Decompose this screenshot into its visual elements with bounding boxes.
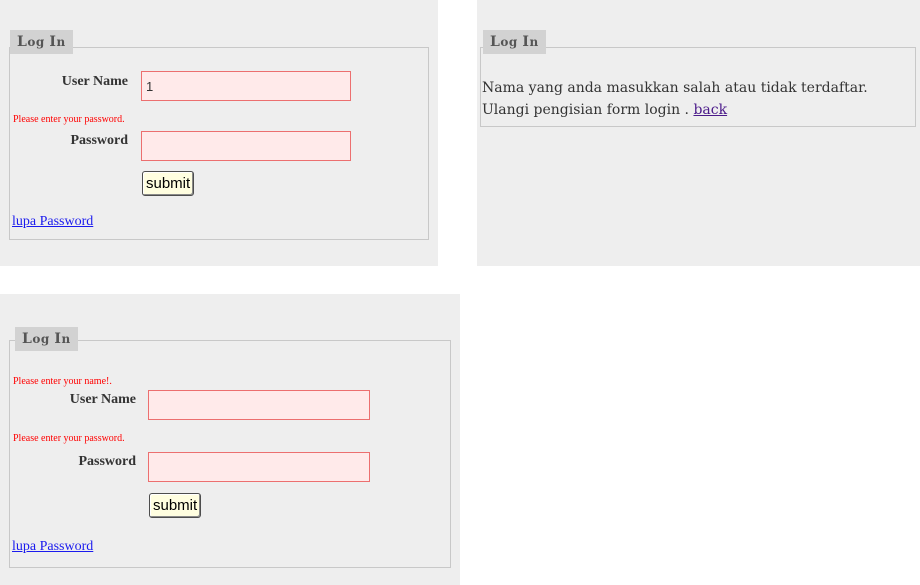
password-error: Please enter your password.	[13, 433, 125, 444]
username-label: User Name	[61, 74, 128, 89]
password-error: Please enter your password.	[13, 114, 125, 125]
login-panel-top-left: Log In User Name Please enter your passw…	[0, 0, 438, 266]
message-line-2: Ulangi pengisian form login . back	[482, 102, 728, 118]
back-link[interactable]: back	[693, 102, 727, 118]
login-panel-top-right: Log In Nama yang anda masukkan salah ata…	[477, 0, 920, 266]
message-line-1: Nama yang anda masukkan salah atau tidak…	[482, 80, 868, 96]
password-input[interactable]	[141, 131, 351, 161]
forgot-password-link[interactable]: lupa Password	[12, 539, 93, 555]
login-panel-bottom: Log In Please enter your name!. User Nam…	[0, 294, 460, 585]
forgot-password-link[interactable]: lupa Password	[12, 214, 93, 230]
login-legend: Log In	[15, 327, 78, 351]
login-error-message: Nama yang anda masukkan salah atau tidak…	[482, 77, 868, 121]
login-legend: Log In	[483, 30, 546, 54]
submit-button[interactable]: submit	[142, 171, 195, 196]
password-label: Password	[70, 133, 128, 148]
password-label: Password	[78, 454, 136, 469]
login-legend: Log In	[10, 30, 73, 54]
username-error: Please enter your name!.	[13, 376, 112, 387]
password-input[interactable]	[148, 452, 370, 482]
username-input[interactable]	[141, 71, 351, 101]
submit-button[interactable]: submit	[149, 493, 202, 518]
username-input[interactable]	[148, 390, 370, 420]
username-label: User Name	[69, 392, 136, 407]
